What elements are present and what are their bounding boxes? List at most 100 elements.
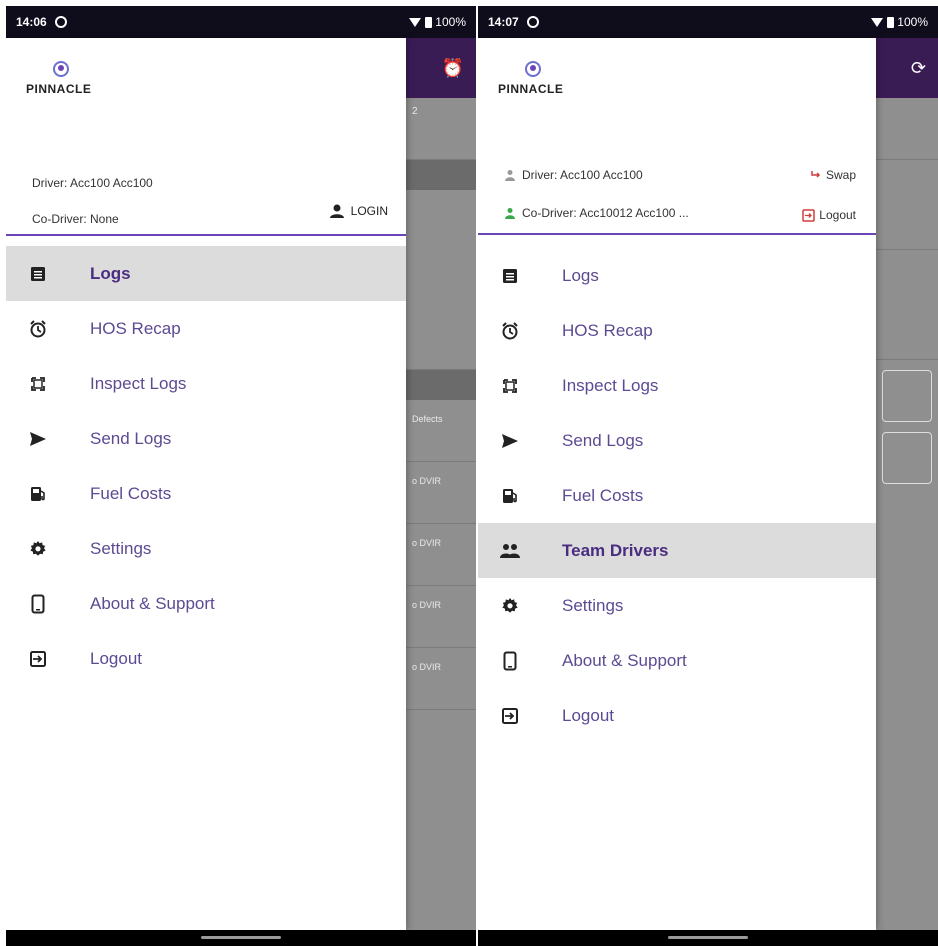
menu-item-about-support[interactable]: About & Support [478, 633, 876, 688]
menu-item-label: Team Drivers [562, 540, 669, 560]
background-card [882, 370, 932, 422]
menu-item-logs[interactable]: Logs [6, 246, 406, 301]
wifi-icon [409, 17, 422, 27]
inspect-icon [478, 377, 542, 395]
codriver-logout-button[interactable]: Logout [802, 208, 856, 222]
dvir-label: o DVIR [412, 538, 442, 548]
menu-item-label: Logs [562, 265, 599, 285]
logo: PINNACLE [26, 60, 116, 120]
right-screen: 14:07 100% ⟳ PINNACLE Driver: Acc100 Acc… [478, 6, 938, 946]
gear-icon [6, 540, 70, 558]
status-bar: 14:06 100% [6, 6, 476, 38]
menu-item-label: Logs [90, 263, 131, 283]
menu-item-send-logs[interactable]: Send Logs [478, 413, 876, 468]
logs-icon [478, 267, 542, 285]
menu-item-settings[interactable]: Settings [6, 521, 406, 576]
background-row [876, 160, 938, 250]
swap-icon [811, 171, 821, 178]
app-bar: ⟳ [876, 38, 938, 98]
codriver-label: Co-Driver: None [32, 212, 119, 226]
app-bar: ⏰ [406, 38, 476, 98]
menu-item-label: HOS Recap [562, 320, 653, 340]
team-icon [478, 543, 542, 559]
menu-item-label: HOS Recap [90, 318, 181, 338]
menu-item-about-support[interactable]: About & Support [6, 576, 406, 631]
menu-item-send-logs[interactable]: Send Logs [6, 411, 406, 466]
menu-item-team-drivers[interactable]: Team Drivers [478, 523, 876, 578]
home-indicator[interactable] [668, 936, 748, 939]
background-row: Defects [406, 400, 476, 462]
dvir-label: o DVIR [412, 600, 442, 610]
menu-item-fuel-costs[interactable]: Fuel Costs [6, 466, 406, 521]
inspect-icon [6, 375, 70, 393]
header-divider [6, 234, 406, 236]
driver-name: Driver: Acc100 Acc100 [504, 168, 643, 182]
login-button[interactable]: LOGIN [329, 204, 388, 218]
menu-item-hos-recap[interactable]: HOS Recap [478, 303, 876, 358]
menu-item-hos-recap[interactable]: HOS Recap [6, 301, 406, 356]
background-row: 2 [406, 98, 476, 160]
status-time: 14:07 [488, 15, 519, 29]
alarm-icon [6, 319, 70, 339]
menu-item-label: Send Logs [562, 430, 644, 450]
battery-icon [425, 16, 433, 28]
brand-name: PINNACLE [26, 82, 92, 96]
gear-icon [478, 597, 542, 615]
background-app: ⏰ 2 Defects o DVIR o DVIR o DVIR o DVIR [406, 38, 476, 930]
defects-label: Defects [412, 414, 443, 424]
status-time: 14:06 [16, 15, 47, 29]
codriver-logout-label: Logout [819, 208, 856, 222]
background-row: o DVIR [406, 648, 476, 710]
logs-icon [6, 265, 70, 283]
sync-status-icon [54, 16, 67, 28]
person-icon [505, 170, 515, 181]
background-row: o DVIR [406, 524, 476, 586]
alarm-icon: ⏰ [441, 57, 464, 78]
background-row [876, 250, 938, 360]
menu-item-label: Inspect Logs [562, 375, 659, 395]
refresh-icon: ⟳ [910, 57, 926, 78]
menu-item-inspect-logs[interactable]: Inspect Logs [6, 356, 406, 411]
person-icon [505, 208, 515, 219]
sync-status-icon [526, 16, 539, 28]
send-icon [6, 431, 70, 447]
drawer-menu: Logs HOS Recap Inspect Logs Send Logs Fu… [6, 246, 406, 686]
background-row [876, 98, 938, 160]
swap-button[interactable]: Swap [810, 168, 856, 182]
menu-item-inspect-logs[interactable]: Inspect Logs [478, 358, 876, 413]
fuel-icon [6, 485, 70, 503]
logout-icon [478, 707, 542, 725]
menu-item-label: Logout [90, 648, 142, 668]
logo: PINNACLE [498, 60, 588, 120]
menu-item-fuel-costs[interactable]: Fuel Costs [478, 468, 876, 523]
background-app: ⟳ [876, 38, 938, 930]
fuel-icon [478, 487, 542, 505]
dvir-label: o DVIR [412, 476, 442, 486]
logout-icon [6, 650, 70, 668]
send-icon [478, 433, 542, 449]
drawer-menu: Logs HOS Recap Inspect Logs Send Logs Fu… [478, 248, 876, 743]
codriver-name: Co-Driver: None [32, 212, 119, 226]
gesture-bar [6, 930, 476, 946]
wifi-icon [871, 17, 884, 27]
menu-item-label: Settings [90, 538, 152, 558]
status-bar: 14:07 100% [478, 6, 938, 38]
menu-item-logout[interactable]: Logout [6, 631, 406, 686]
phone-icon [6, 594, 70, 614]
navigation-drawer: PINNACLE Driver: Acc100 Acc100 Co-Driver… [6, 38, 406, 930]
alarm-icon [478, 321, 542, 341]
phone-icon [478, 651, 542, 671]
dvir-label: o DVIR [412, 662, 442, 672]
menu-item-label: Inspect Logs [90, 373, 187, 393]
menu-item-label: Logout [562, 705, 614, 725]
menu-item-label: Settings [562, 595, 624, 615]
codriver-label: Co-Driver: Acc10012 Acc100 ... [522, 206, 689, 220]
menu-item-settings[interactable]: Settings [478, 578, 876, 633]
menu-item-logout[interactable]: Logout [478, 688, 876, 743]
background-counter: 2 [412, 106, 418, 117]
menu-item-label: Fuel Costs [90, 483, 172, 503]
logo-mark-icon [525, 61, 541, 77]
home-indicator[interactable] [201, 936, 281, 939]
menu-item-logs[interactable]: Logs [478, 248, 876, 303]
background-card [882, 432, 932, 484]
